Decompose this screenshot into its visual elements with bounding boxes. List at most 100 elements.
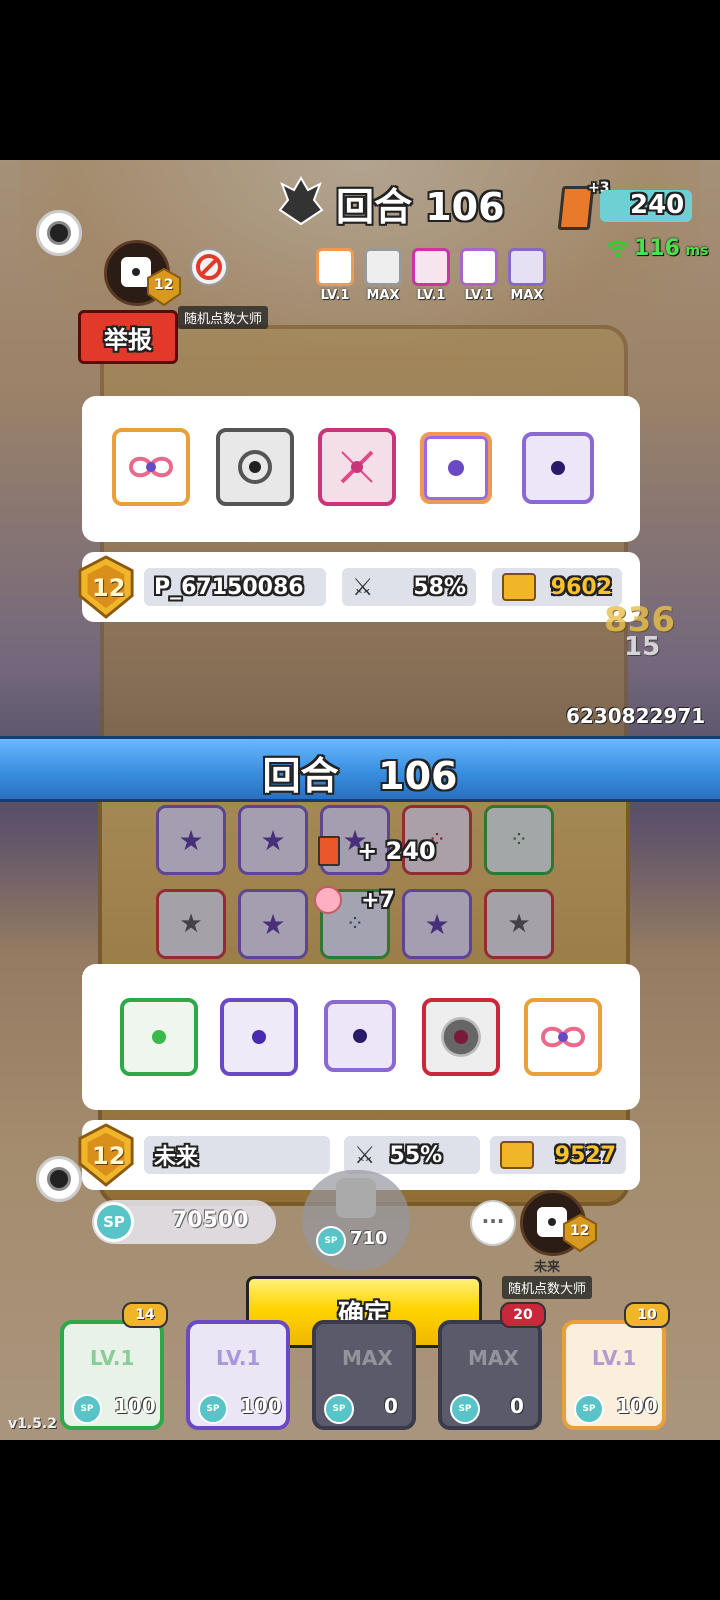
card-reward-text: + 240 (357, 837, 436, 865)
player-rank-badge: 12 (76, 1122, 136, 1188)
opponent-title: 随机点数大师 (178, 306, 269, 329)
deck-level: LV.1 (216, 1346, 261, 1370)
vortex-button-bottom[interactable] (36, 1156, 82, 1202)
dice-red-blade[interactable] (422, 998, 500, 1076)
deck-level-badge: 20 (500, 1302, 546, 1328)
report-label: 举报 (104, 325, 152, 354)
player-trophy-slot: 9527 (490, 1136, 626, 1174)
sp-icon: SP (94, 1202, 134, 1242)
opponent-dice-panel (82, 396, 640, 542)
deck-card[interactable]: MAX SP 0 (312, 1320, 416, 1430)
dice-green-wind[interactable] (120, 998, 198, 1076)
round-banner-text: 回合 106 (262, 754, 458, 798)
vortex-icon (47, 221, 71, 245)
deck-card[interactable]: 14 LV.1 SP 100 (60, 1302, 168, 1430)
dice-purple-orb[interactable] (220, 998, 298, 1076)
opponent-winrate: 58% (413, 574, 466, 600)
player-winrate-slot: ⚔ 55% (344, 1136, 480, 1174)
opponent-rank-badge: 12 (76, 554, 136, 620)
dice-rainbow-frame[interactable] (420, 432, 492, 504)
summon-button[interactable]: SP 710 (302, 1170, 410, 1270)
mini-dice-rainbow (316, 248, 354, 286)
deck-level: MAX (468, 1346, 519, 1370)
mini-level-4: MAX (510, 288, 544, 303)
summon-cost: 710 (350, 1228, 388, 1249)
mini-dice-silver (364, 248, 402, 286)
peach-reward-text: +7 (361, 887, 395, 913)
deck-level: LV.1 (90, 1346, 135, 1370)
trophy-icon (500, 1141, 534, 1169)
damage-number-small: 15 (624, 632, 661, 662)
dice-purple-cracked[interactable] (324, 1000, 396, 1072)
opponent-rank-text: 12 (92, 574, 126, 602)
sp-counter: SP 70500 (92, 1200, 276, 1244)
deck-card[interactable]: 20 MAX SP 0 (438, 1302, 546, 1430)
opponent-winrate-slot: ⚔ 58% (342, 568, 476, 606)
player-dice-panel (82, 964, 640, 1110)
crossed-swords-icon: ⚔ (354, 1141, 376, 1169)
wifi-icon (606, 240, 630, 258)
player-name: 未来 (154, 1145, 199, 1170)
deck-card[interactable]: LV.1 SP 100 (186, 1320, 290, 1430)
deck-sp-icon: SP (198, 1394, 228, 1424)
peach-reward: +7 (314, 886, 395, 916)
deck-level: LV.1 (592, 1346, 637, 1370)
opponent-name-slot: P_67150086 (144, 568, 326, 606)
opponent-info-bar: 12 P_67150086 ⚔ 58% 9602 (78, 552, 640, 622)
summon-dice-icon (336, 1178, 376, 1218)
deck-cost: 100 (114, 1394, 156, 1418)
self-title: 随机点数大师 (502, 1276, 593, 1299)
mini-dice-cracked (508, 248, 546, 286)
deck-cost: 0 (510, 1394, 524, 1418)
ping-readout: 116 ms (634, 236, 708, 261)
deck-sp-icon: SP (324, 1394, 354, 1424)
summon-sp-icon: SP (316, 1226, 346, 1256)
sp-value: 70500 (172, 1208, 249, 1233)
boss-helmet-icon (278, 176, 324, 226)
deck-sp-icon: SP (72, 1394, 102, 1424)
player-trophies: 9527 (554, 1142, 616, 1168)
card-count-value: 240 (630, 190, 685, 220)
mini-level-1: MAX (366, 288, 400, 303)
block-icon[interactable] (190, 248, 228, 286)
dice-silver-vortex[interactable] (216, 428, 294, 506)
player-winrate: 55% (389, 1142, 443, 1168)
vortex-button[interactable] (36, 210, 82, 256)
mini-level-0: LV.1 (320, 288, 350, 303)
crossed-swords-icon: ⚔ (352, 573, 374, 601)
version-label: v1.5.2 (8, 1416, 57, 1432)
card-reward: + 240 (318, 836, 436, 866)
boss-score: 6230822971 (566, 704, 706, 728)
opponent-trophies: 9602 (550, 574, 612, 600)
self-level-text: 12 (570, 1223, 590, 1239)
dice-rainbow-infinity[interactable] (112, 428, 190, 506)
deck-row: 14 LV.1 SP 100 LV.1 SP 100 MAX SP 0 20 M… (0, 1300, 720, 1440)
opponent-mini-deck: LV.1 MAX LV.1 LV.1 MAX (312, 248, 562, 308)
dice-purple-cracked[interactable] (522, 432, 594, 504)
deck-level: MAX (342, 1346, 393, 1370)
dice-rainbow-infinity[interactable] (524, 998, 602, 1076)
opponent-level-badge: 12 (146, 267, 182, 307)
vortex-icon (47, 1167, 71, 1191)
deck-sp-icon: SP (450, 1394, 480, 1424)
opponent-trophy-slot: 9602 (492, 568, 622, 606)
chat-button[interactable]: ··· (472, 1202, 514, 1244)
player-name-slot: 未来 (144, 1136, 330, 1174)
opponent-name: P_67150086 (154, 574, 304, 600)
peach-icon (314, 886, 342, 914)
dice-pink-sword[interactable] (318, 428, 396, 506)
ping-value: 116 (634, 236, 680, 261)
deck-card[interactable]: 10 LV.1 SP 100 (562, 1302, 670, 1430)
round-banner: 回合 106 (0, 736, 720, 802)
trophy-icon (502, 573, 536, 601)
deck-level-badge: 10 (624, 1302, 670, 1328)
deck-level-badge: 14 (122, 1302, 168, 1328)
self-name-small: 未来 (534, 1260, 561, 1275)
report-button[interactable]: 举报 (78, 310, 178, 364)
chat-dots: ··· (481, 1209, 505, 1233)
deck-cost: 100 (240, 1394, 282, 1418)
mini-level-2: LV.1 (416, 288, 446, 303)
sp-icon-label: SP (103, 1213, 125, 1231)
round-title: 回合 106 (336, 185, 505, 229)
deck-cost: 0 (384, 1394, 398, 1418)
